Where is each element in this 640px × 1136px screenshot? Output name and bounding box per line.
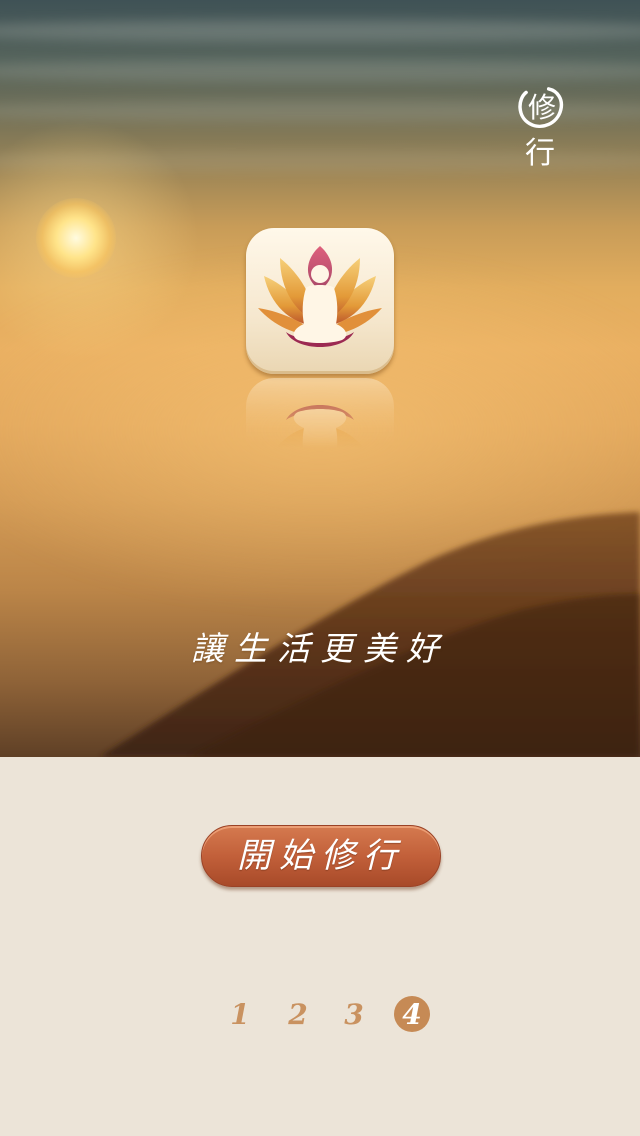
- app-icon-reflection: [246, 378, 394, 524]
- page-dot-3[interactable]: 3: [334, 995, 374, 1035]
- splash-screen: 修 行 讓生活更美好 開始修行 1 2 3 4: [0, 0, 640, 1136]
- slogan-text: 讓生活更美好: [191, 629, 449, 668]
- page-indicator: 1 2 3 4: [220, 995, 440, 1039]
- start-practice-button[interactable]: 開始修行: [201, 825, 441, 887]
- page-dot-2[interactable]: 2: [278, 995, 318, 1035]
- brand-bottom-char: 行: [525, 136, 555, 171]
- page-dot-1[interactable]: 1: [220, 995, 260, 1035]
- brand-seal: 修 行: [510, 82, 580, 174]
- start-practice-label: 開始修行: [237, 836, 405, 876]
- brand-top-char: 修: [527, 91, 556, 124]
- lotus-meditation-icon: [246, 228, 394, 374]
- page-dot-4-current[interactable]: 4: [392, 995, 432, 1035]
